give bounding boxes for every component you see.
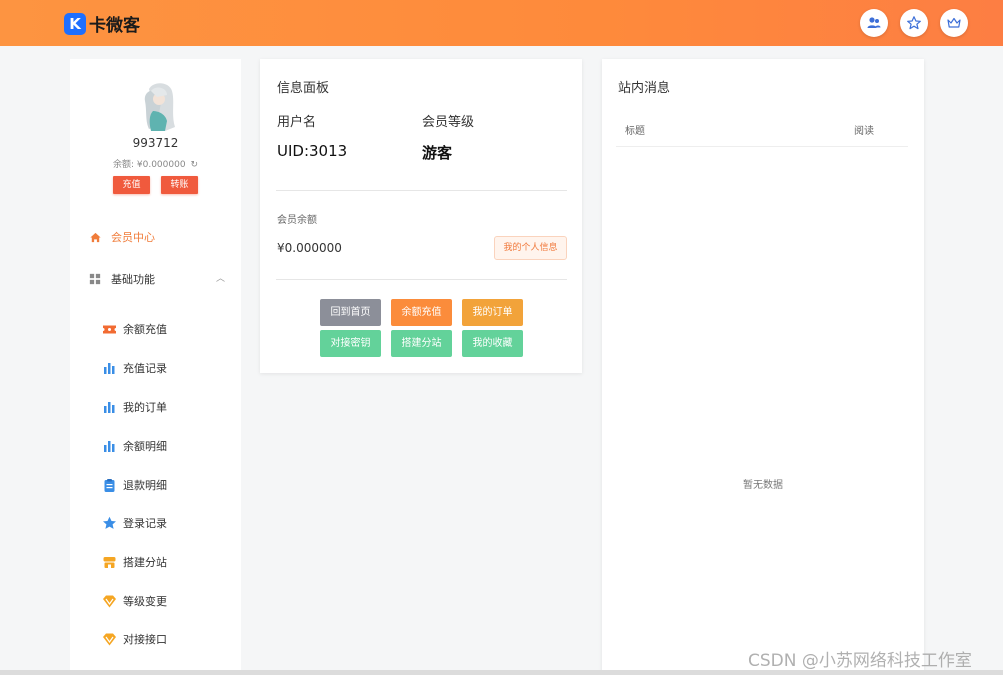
sub-item-api-connect[interactable]: 对接接口	[102, 628, 167, 650]
home-icon	[88, 230, 102, 244]
sub-item-recharge[interactable]: 余额充值	[102, 318, 167, 340]
bar-chart-icon	[102, 400, 117, 415]
users-icon	[867, 17, 881, 28]
nav-basic-functions[interactable]: 基础功能 ︿	[70, 268, 241, 290]
my-info-button[interactable]: 我的个人信息	[494, 236, 567, 260]
sub-item-label: 对接接口	[123, 633, 167, 646]
bottom-scrollbar	[0, 670, 1003, 675]
username: 993712	[132, 136, 179, 150]
brand-name: 卡微客	[89, 16, 140, 36]
sub-item-label: 我的订单	[123, 401, 167, 414]
star-badge-icon	[102, 516, 117, 531]
sub-item-level-change[interactable]: 等级变更	[102, 590, 167, 612]
ticket-icon	[102, 322, 117, 337]
watermark: CSDN @小苏网络科技工作室	[748, 651, 972, 671]
info-panel: 信息面板 用户名 会员等级 UID:3013 游客 会员余额 ¥0.000000…	[260, 59, 582, 373]
sidebar: 993712 余额: ¥0.000000 ↻ 充值 转账 会员中心 基础功能 ︿…	[70, 59, 241, 675]
clipboard-icon	[102, 478, 117, 493]
sub-item-my-orders[interactable]: 我的订单	[102, 396, 167, 418]
divider	[276, 190, 567, 191]
build-substation-button[interactable]: 搭建分站	[391, 330, 452, 357]
sub-item-label: 等级变更	[123, 595, 167, 608]
avatar[interactable]	[135, 81, 181, 133]
star-icon	[907, 16, 921, 30]
crown-button[interactable]	[940, 9, 968, 37]
refresh-icon[interactable]: ↻	[190, 160, 198, 170]
sub-item-login-records[interactable]: 登录记录	[102, 512, 167, 534]
level-label: 会员等级	[422, 115, 475, 130]
level-value: 游客	[422, 144, 453, 162]
nav-basic-functions-label: 基础功能	[111, 273, 155, 286]
sub-item-recharge-records[interactable]: 充值记录	[102, 357, 167, 379]
crown-icon	[947, 17, 961, 28]
chevron-up-icon: ︿	[215, 274, 225, 284]
top-header: K 卡微客	[0, 0, 1003, 46]
bar-chart-icon	[102, 439, 117, 454]
messages-panel: 站内消息 标题 阅读 暂无数据	[602, 59, 924, 675]
column-header-read: 阅读	[854, 126, 874, 137]
diamond-icon	[102, 632, 117, 647]
info-panel-title: 信息面板	[277, 81, 330, 96]
sub-item-label: 余额充值	[123, 323, 167, 336]
table-header-divider	[616, 146, 908, 147]
divider	[276, 279, 567, 280]
diamond-icon	[102, 594, 117, 609]
grid-icon	[88, 272, 102, 286]
sub-item-build-substation[interactable]: 搭建分站	[102, 551, 167, 573]
recharge-button[interactable]: 充值	[113, 176, 150, 194]
empty-state: 暂无数据	[743, 480, 783, 491]
column-header-title: 标题	[625, 126, 645, 137]
balance-label: 会员余额	[277, 215, 317, 226]
sub-item-label: 搭建分站	[123, 556, 167, 569]
transfer-button[interactable]: 转账	[161, 176, 198, 194]
sub-item-refund-details[interactable]: 退款明细	[102, 474, 167, 496]
logo-mark: K	[64, 12, 86, 35]
messages-title: 站内消息	[618, 81, 671, 96]
balance-value: ¥0.000000	[277, 241, 342, 255]
uid-value: UID:3013	[277, 142, 348, 160]
sub-item-label: 登录记录	[123, 517, 167, 530]
bar-chart-icon	[102, 361, 117, 376]
store-icon	[102, 555, 117, 570]
users-button[interactable]	[860, 9, 888, 37]
my-favorites-button[interactable]: 我的收藏	[462, 330, 523, 357]
username-label: 用户名	[277, 115, 317, 130]
recharge-action-button[interactable]: 余额充值	[391, 299, 452, 326]
nav-member-center-label: 会员中心	[111, 231, 155, 244]
home-button[interactable]: 回到首页	[320, 299, 381, 326]
sidebar-balance-text: 余额: ¥0.000000	[113, 160, 186, 170]
star-button[interactable]	[900, 9, 928, 37]
my-orders-button[interactable]: 我的订单	[462, 299, 523, 326]
sub-item-label: 退款明细	[123, 479, 167, 492]
sub-item-label: 充值记录	[123, 362, 167, 375]
brand-logo[interactable]: K 卡微客	[64, 11, 140, 36]
nav-member-center[interactable]: 会员中心	[70, 226, 241, 248]
sidebar-balance: 余额: ¥0.000000 ↻	[70, 157, 241, 170]
sub-item-balance-details[interactable]: 余额明细	[102, 435, 167, 457]
sub-item-label: 余额明细	[123, 440, 167, 453]
api-key-button[interactable]: 对接密钥	[320, 330, 381, 357]
